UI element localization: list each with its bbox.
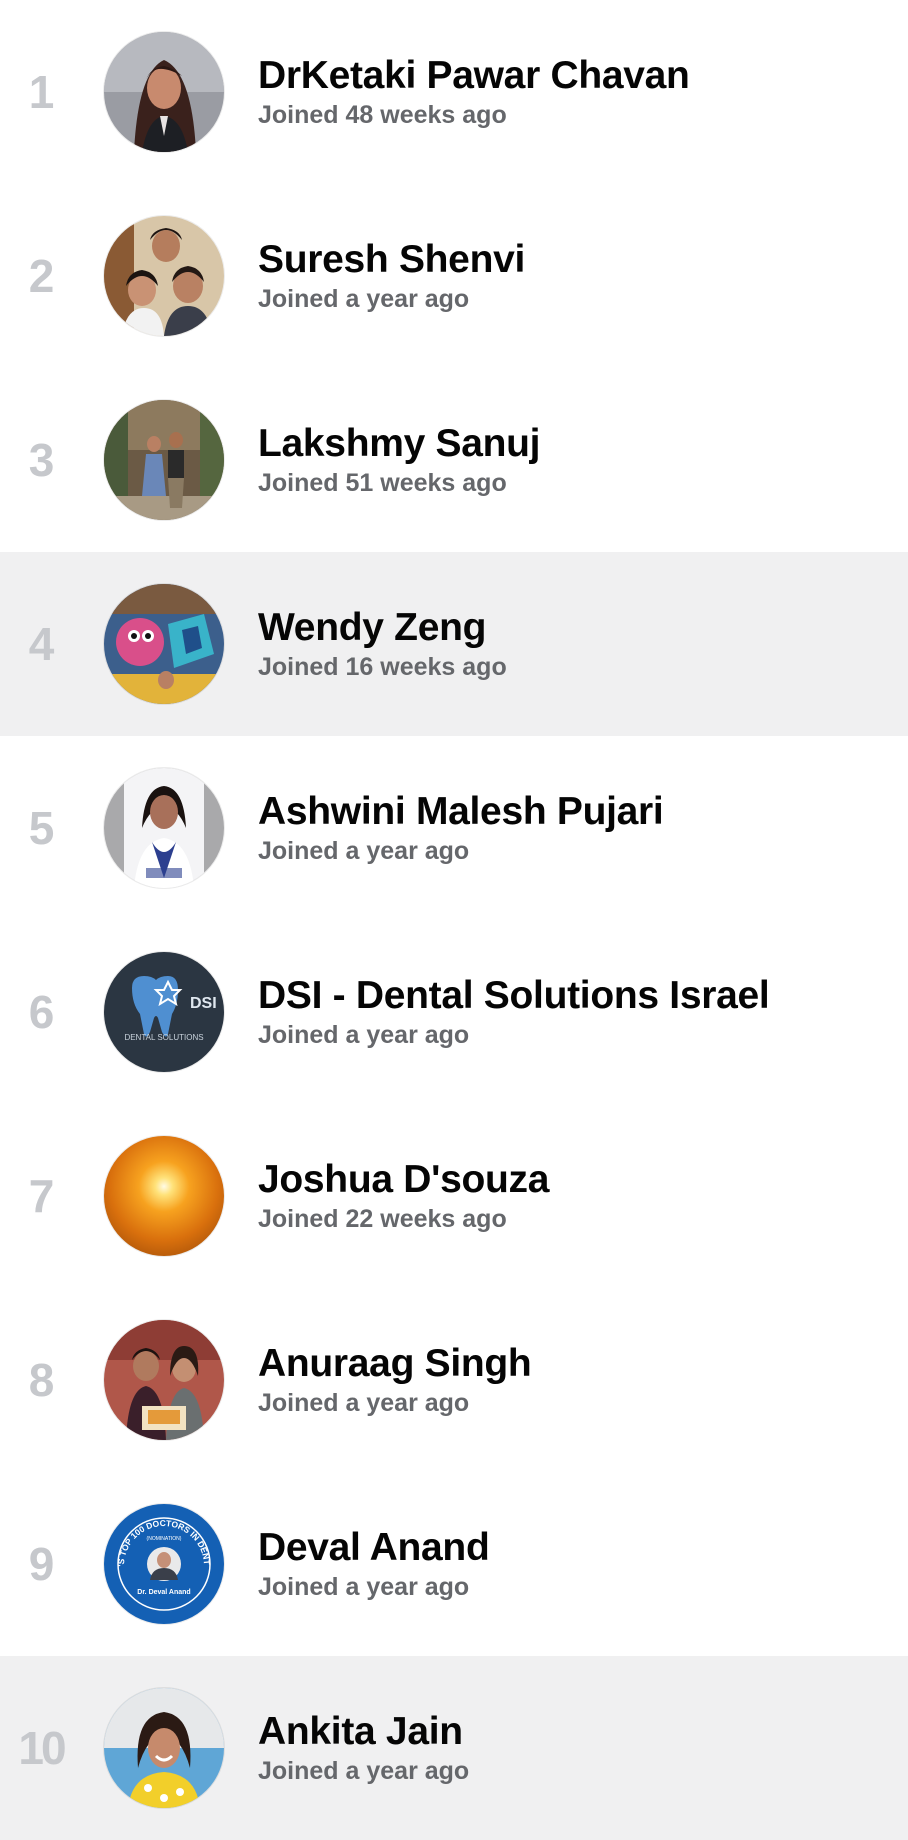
couple-photo-icon [104, 1320, 224, 1440]
member-name[interactable]: Wendy Zeng [258, 605, 507, 651]
avatar[interactable] [104, 1136, 224, 1256]
avatar[interactable] [104, 768, 224, 888]
list-item-member-8[interactable]: 8 Anuraag Singh Joined a year ago [0, 1288, 908, 1472]
rank-number: 2 [28, 250, 55, 302]
rank-number: 3 [28, 434, 55, 486]
joined-date: Joined a year ago [258, 1389, 470, 1417]
badge-sub-text: (NOMINATION) [147, 1536, 182, 1542]
doctor-portrait-photo-icon [104, 768, 224, 888]
rank-number: 9 [28, 1538, 55, 1590]
rank-number: 7 [28, 1170, 55, 1222]
avatar[interactable] [104, 32, 224, 152]
woman-portrait-photo-icon [104, 1688, 224, 1808]
joined-date: Joined a year ago [258, 1757, 470, 1785]
joined-date: Joined a year ago [258, 1021, 470, 1049]
dsi-mark: DSI [190, 995, 217, 1012]
rank-number: 8 [28, 1354, 55, 1406]
member-name[interactable]: DrKetaki Pawar Chavan [258, 53, 690, 99]
joined-date: Joined 16 weeks ago [258, 653, 507, 681]
dental-logo-icon: DSI DENTAL SOLUTIONS [104, 952, 224, 1072]
joined-date: Joined 51 weeks ago [258, 469, 507, 497]
list-item-member-5[interactable]: 5 Ashwini Malesh Pujari Joined a year ag… [0, 736, 908, 920]
list-item-member-6[interactable]: 6 DSI DENTAL SOLUTIONS DSI - Dental Solu… [0, 920, 908, 1104]
rank-number: 4 [28, 618, 55, 670]
rank-number: 5 [28, 802, 55, 854]
avatar[interactable]: DSI DENTAL SOLUTIONS [104, 952, 224, 1072]
joined-date: Joined a year ago [258, 837, 470, 865]
joined-date: Joined 22 weeks ago [258, 1205, 507, 1233]
list-item-member-4[interactable]: 4 Wendy Zeng Joined 16 weeks ago [0, 552, 908, 736]
list-item-member-2[interactable]: 2 Suresh Shenvi Joined a year ago [0, 184, 908, 368]
avatar[interactable] [104, 1688, 224, 1808]
member-name[interactable]: Ashwini Malesh Pujari [258, 789, 664, 835]
member-name[interactable]: Joshua D'souza [258, 1157, 549, 1203]
list-item-member-7[interactable]: 7 Joshua D'souza Joined 22 weeks ago [0, 1104, 908, 1288]
avatar[interactable] [104, 1320, 224, 1440]
member-name[interactable]: Lakshmy Sanuj [258, 421, 541, 467]
member-name[interactable]: Ankita Jain [258, 1709, 469, 1755]
member-leaderboard-list: 1 DrKetaki Pawar Chavan Joined 48 weeks … [0, 0, 908, 1840]
rank-number: 10 [18, 1722, 66, 1774]
member-name[interactable]: Deval Anand [258, 1525, 490, 1571]
couple-photo-icon [104, 400, 224, 520]
family-photo-icon [104, 216, 224, 336]
joined-date: Joined a year ago [258, 1573, 470, 1601]
member-name[interactable]: Suresh Shenvi [258, 237, 525, 283]
member-name[interactable]: Anuraag Singh [258, 1341, 532, 1387]
list-item-member-9[interactable]: 9 INDIA'S TOP 100 DOCTORS IN DENTISTRY (… [0, 1472, 908, 1656]
sun-photo-icon [104, 1136, 224, 1256]
joined-date: Joined 48 weeks ago [258, 101, 507, 129]
joined-date: Joined a year ago [258, 285, 470, 313]
list-item-member-10[interactable]: 10 Ankita Jain Joined a year ago [0, 1656, 908, 1840]
avatar[interactable] [104, 400, 224, 520]
dsi-caption: DENTAL SOLUTIONS [124, 1033, 203, 1042]
list-item-member-3[interactable]: 3 Lakshmy Sanuj Joined 51 weeks ago [0, 368, 908, 552]
badge-logo-icon: INDIA'S TOP 100 DOCTORS IN DENTISTRY (NO… [104, 1504, 224, 1624]
rank-number: 6 [28, 986, 55, 1038]
member-name[interactable]: DSI - Dental Solutions Israel [258, 973, 770, 1019]
list-item-member-1[interactable]: 1 DrKetaki Pawar Chavan Joined 48 weeks … [0, 0, 908, 184]
graffiti-photo-icon [104, 584, 224, 704]
rank-number: 1 [28, 66, 55, 118]
avatar[interactable]: INDIA'S TOP 100 DOCTORS IN DENTISTRY (NO… [104, 1504, 224, 1624]
avatar[interactable] [104, 216, 224, 336]
woman-portrait-photo-icon [104, 32, 224, 152]
badge-name-text: Dr. Deval Anand [137, 1589, 190, 1596]
avatar[interactable] [104, 584, 224, 704]
